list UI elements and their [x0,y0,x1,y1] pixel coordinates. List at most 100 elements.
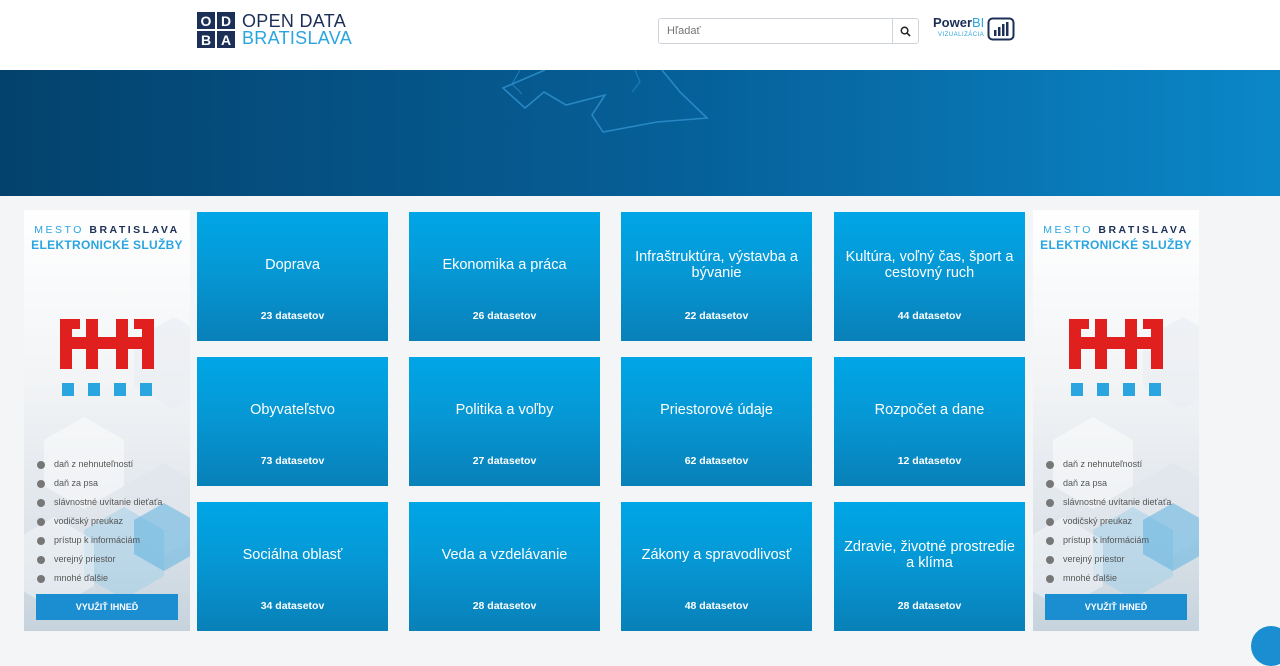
ad-service-label: prístup k informáciám [1063,535,1150,545]
ad-heading: MESTO BRATISLAVA [24,224,190,236]
category-tile-rozpocet[interactable]: Rozpočet a dane 12 datasetov [834,357,1025,486]
bullet-icon [1046,460,1054,469]
category-name: Zdravie, životné prostredie a klíma [844,539,1015,571]
category-name: Sociálna oblasť [242,547,343,563]
ad-heading-a: MESTO [1043,224,1093,236]
category-name: Politika a voľby [455,402,554,418]
ad-service-item: prístup k informáciám [37,531,162,550]
category-name: Obyvateľstvo [250,402,335,418]
eservices-ad-left[interactable]: MESTO BRATISLAVA ELEKTRONICKÉ SLUŽBY daň… [24,210,190,631]
category-tile-doprava[interactable]: Doprava 23 datasetov [197,212,388,341]
logo-letter: D [217,12,235,29]
category-name: Zákony a spravodlivosť [641,547,792,563]
bullet-icon [1046,498,1054,507]
dataset-count: 44 datasetov [897,310,962,322]
bar-chart-icon [987,17,1015,41]
ad-service-item: slávnostné uvítanie dieťaťa [1046,493,1171,512]
category-tile-infrastruktura[interactable]: Infraštruktúra, výstavba a bývanie 22 da… [621,212,812,341]
chat-bubble-button[interactable] [1251,626,1280,666]
ad-service-item: verejný priestor [1046,550,1171,569]
logo-letter: A [217,31,235,48]
bullet-icon [1046,479,1054,488]
ad-service-label: slávnostné uvítanie dieťaťa [1063,497,1172,507]
search-button[interactable] [892,19,918,43]
bullet-icon [1046,555,1054,564]
dataset-count: 22 datasetov [684,310,749,322]
ad-service-item: mnohé ďalšie [1046,569,1171,588]
ad-heading: MESTO BRATISLAVA [1033,224,1199,236]
category-name: Priestorové údaje [660,402,773,418]
site-header: O D B A OPEN DATA BRATISLAVA PowerBI VIZ… [0,0,1280,71]
category-name: Ekonomika a práca [442,257,567,273]
category-tile-ekonomika[interactable]: Ekonomika a práca 26 datasetov [409,212,600,341]
category-name: Rozpočet a dane [874,402,985,418]
bullet-icon [37,555,45,564]
ad-service-label: mnohé ďalšie [54,573,109,583]
ad-subheading: ELEKTRONICKÉ SLUŽBY [31,238,183,252]
logo-letter: O [197,12,215,29]
dataset-count: 28 datasetov [897,600,962,612]
use-now-button[interactable]: VYUŽIŤ IHNEĎ [1045,594,1187,620]
ad-subheading: ELEKTRONICKÉ SLUŽBY [1040,238,1192,252]
ad-service-item: daň z nehnuteľností [37,455,162,474]
ad-service-label: daň z nehnuteľností [1063,459,1143,469]
category-name: Doprava [265,257,320,273]
use-now-button[interactable]: VYUŽIŤ IHNEĎ [36,594,178,620]
category-tile-zakony[interactable]: Zákony a spravodlivosť 48 datasetov [621,502,812,631]
category-tile-obyvatelstvo[interactable]: Obyvateľstvo 73 datasetov [197,357,388,486]
powerbi-title: PowerBI [933,15,985,30]
search-icon [900,26,911,37]
ad-service-label: slávnostné uvítanie dieťaťa [54,497,163,507]
site-logo[interactable]: O D B A OPEN DATA BRATISLAVA [197,12,352,48]
bullet-icon [37,574,45,583]
dataset-count: 12 datasetov [897,455,962,467]
dataset-count: 28 datasetov [472,600,537,612]
category-tile-kultura[interactable]: Kultúra, voľný čas, šport a cestovný ruc… [834,212,1025,341]
ad-service-item: verejný priestor [37,550,162,569]
ad-service-label: prístup k informáciám [54,535,141,545]
bullet-icon [1046,574,1054,583]
dataset-count: 73 datasetov [260,455,325,467]
ad-heading-b: BRATISLAVA [1098,224,1189,236]
category-tile-veda[interactable]: Veda a vzdelávanie 28 datasetov [409,502,600,631]
ad-heading-b: BRATISLAVA [89,224,180,236]
bullet-icon [37,498,45,507]
ad-service-item: vodičský preukaz [1046,512,1171,531]
category-name: Infraštruktúra, výstavba a bývanie [635,249,798,281]
logo-wordmark: OPEN DATA BRATISLAVA [242,12,352,47]
ad-service-label: mnohé ďalšie [1063,573,1118,583]
ad-heading-a: MESTO [34,224,84,236]
category-tile-socialna[interactable]: Sociálna oblasť 34 datasetov [197,502,388,631]
ad-service-item: daň z nehnuteľností [1046,455,1171,474]
bullet-icon [37,517,45,526]
ad-service-list: daň z nehnuteľností daň za psa slávnostn… [1046,455,1171,588]
bullet-icon [1046,517,1054,526]
powerbi-label: PowerBI VIZUALIZÁCIA [933,15,985,41]
dataset-count: 34 datasetov [260,600,325,612]
category-tile-zdravie[interactable]: Zdravie, životné prostredie a klíma 28 d… [834,502,1025,631]
search-input[interactable] [659,19,892,43]
category-tile-priestorove[interactable]: Priestorové údaje 62 datasetov [621,357,812,486]
ad-service-label: daň za psa [1063,478,1108,488]
bullet-icon [1046,536,1054,545]
ad-service-item: slávnostné uvítanie dieťaťa [37,493,162,512]
city-map-outline [501,70,709,133]
ad-service-item: vodičský preukaz [37,512,162,531]
ad-service-label: vodičský preukaz [54,516,124,526]
ad-service-list: daň z nehnuteľností daň za psa slávnostn… [37,455,162,588]
dataset-count: 48 datasetov [684,600,749,612]
bullet-icon [37,460,45,469]
ad-service-item: daň za psa [1046,474,1171,493]
ad-service-item: prístup k informáciám [1046,531,1171,550]
category-name: Kultúra, voľný čas, šport a cestovný ruc… [845,249,1014,281]
ad-service-label: daň z nehnuteľností [54,459,134,469]
powerbi-title-b: BI [972,15,985,30]
hero-banner [0,70,1280,196]
powerbi-link[interactable]: PowerBI VIZUALIZÁCIA [933,15,1015,41]
category-tile-politika[interactable]: Politika a voľby 27 datasetov [409,357,600,486]
eservices-ad-right[interactable]: MESTO BRATISLAVA ELEKTRONICKÉ SLUŽBY daň… [1033,210,1199,631]
logo-mark: O D B A [197,12,235,48]
search-box [658,18,919,44]
dataset-count: 62 datasetov [684,455,749,467]
dataset-count: 27 datasetov [472,455,537,467]
